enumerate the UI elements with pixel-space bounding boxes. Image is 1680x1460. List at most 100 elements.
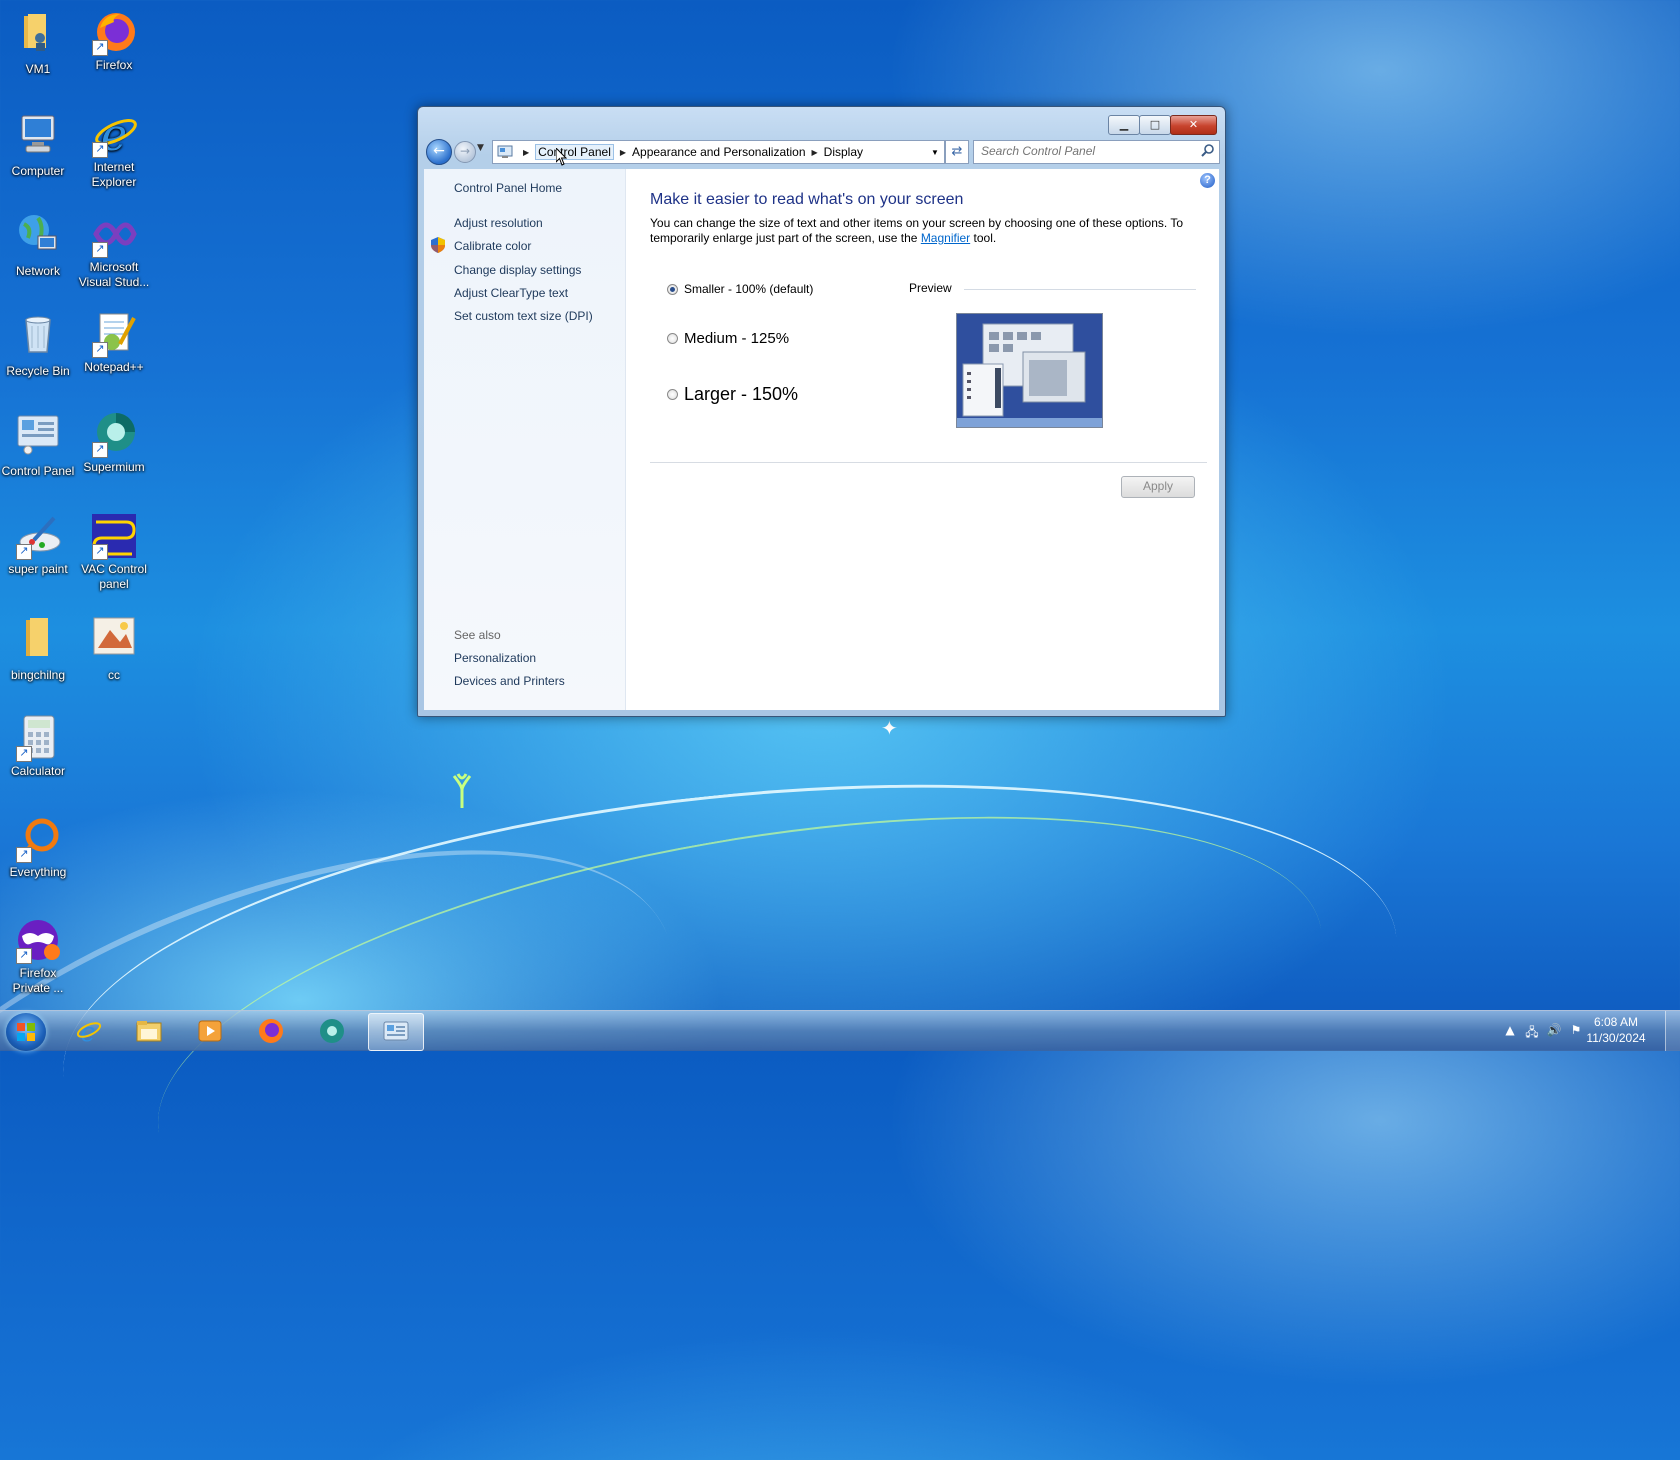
breadcrumb-appearance-and-personalization[interactable]: Appearance and Personalization (632, 145, 805, 159)
taskbar-control-panel[interactable] (368, 1013, 424, 1051)
network-tray-icon[interactable]: 🖧 (1524, 1023, 1540, 1039)
option-smaller[interactable]: Smaller - 100% (default) (667, 282, 813, 296)
image-file-icon (93, 617, 135, 655)
task-pane: Control Panel Home Adjust resolution Cal… (424, 169, 626, 710)
desktop-icon-label: Internet Explorer (91, 160, 137, 189)
radio-medium[interactable] (667, 333, 678, 344)
address-dropdown-icon[interactable]: ▼ (925, 148, 944, 157)
taskbar-internet-explorer[interactable]: e (61, 1013, 115, 1049)
forward-arrow-icon: → (459, 144, 471, 158)
supermium-icon (320, 1019, 344, 1043)
desktop-icon-notepad-plus-plus[interactable]: ↗ Notepad++ (76, 310, 152, 375)
computer-icon (21, 115, 55, 153)
main-pane: ? Make it easier to read what's on your … (626, 169, 1219, 710)
desktop-icon-super-paint[interactable]: ↗ super paint (0, 512, 76, 577)
taskbar: e ▲ 🖧 🔊 ⚑ 6:08 AM 11/30/2024 (0, 1010, 1680, 1051)
system-tray: ▲ 🖧 🔊 ⚑ 6:08 AM 11/30/2024 (1500, 1011, 1680, 1051)
desktop-icon-computer[interactable]: Computer (0, 110, 76, 179)
taskbar-supermium[interactable] (305, 1013, 359, 1049)
breadcrumb-control-panel[interactable]: Control Panel (535, 144, 614, 160)
shortcut-arrow-icon: ↗ (92, 544, 108, 560)
desktop-icon-everything[interactable]: ↗ Everything (0, 815, 76, 880)
radio-larger[interactable] (667, 389, 678, 400)
description-text-end: tool. (970, 231, 997, 245)
search-input[interactable] (974, 141, 1191, 161)
desktop-icon-label: Microsoft Visual Stud... (78, 260, 150, 289)
desktop-icon-firefox-private[interactable]: ↗ Firefox Private ... (0, 916, 76, 996)
breadcrumb-display[interactable]: Display (824, 145, 863, 159)
desktop-icon-label: super paint (8, 562, 68, 576)
clock[interactable]: 6:08 AM 11/30/2024 (1576, 1014, 1656, 1046)
desktop-icon-vac-control-panel[interactable]: ↗ VAC Control panel (76, 512, 152, 592)
desktop-icon-control-panel[interactable]: Control Panel (0, 410, 76, 479)
search-icon[interactable] (1201, 143, 1215, 157)
show-hidden-icons-icon[interactable]: ▲ (1502, 1023, 1518, 1039)
breadcrumb-separator-icon[interactable]: ▶ (523, 148, 529, 157)
personalization-link[interactable]: Personalization (454, 651, 536, 665)
close-button[interactable]: ✕ (1170, 115, 1217, 135)
navigation-bar: ← → ▼ ▶ Control Panel ▶ Appearance and P… (426, 139, 1220, 165)
shortcut-arrow-icon: ↗ (92, 442, 108, 458)
taskbar-firefox[interactable] (244, 1013, 298, 1049)
option-smaller-label[interactable]: Smaller - 100% (default) (684, 282, 813, 296)
clock-time: 6:08 AM (1593, 1015, 1639, 1029)
forward-button[interactable]: → (454, 141, 476, 163)
taskbar-file-explorer[interactable] (122, 1013, 176, 1049)
apply-button[interactable]: Apply (1121, 476, 1195, 498)
calibrate-color-link[interactable]: Calibrate color (454, 239, 531, 253)
search-box[interactable] (973, 140, 1220, 164)
adjust-cleartype-text-link[interactable]: Adjust ClearType text (454, 286, 568, 300)
breadcrumb-separator-icon[interactable]: ▶ (620, 148, 626, 157)
desktop-icon-firefox[interactable]: ↗ Firefox (76, 8, 152, 73)
desktop-icon-calculator[interactable]: ↗ Calculator (0, 714, 76, 779)
desktop-icon-internet-explorer[interactable]: e ↗ Internet Explorer (76, 110, 152, 190)
magnifier-link[interactable]: Magnifier (921, 231, 970, 245)
folder-icon (26, 618, 48, 656)
wallpaper-sparkle-icon: ✦ (881, 716, 898, 740)
set-custom-text-size-link[interactable]: Set custom text size (DPI) (454, 309, 593, 323)
control-panel-icon (383, 1021, 409, 1041)
help-icon[interactable]: ? (1200, 173, 1215, 188)
back-button[interactable]: ← (426, 139, 452, 165)
recent-pages-button[interactable]: ▼ (477, 143, 484, 153)
breadcrumb-separator-icon[interactable]: ▶ (812, 148, 818, 157)
desktop-icon-supermium[interactable]: ↗ Supermium (76, 410, 152, 475)
taskbar-media-player[interactable] (183, 1013, 237, 1049)
desktop-icon-vm1[interactable]: VM1 (0, 8, 76, 77)
refresh-icon: ⇄ (951, 144, 963, 159)
windows-logo-icon (17, 1023, 35, 1041)
refresh-button[interactable]: ⇄ (945, 140, 969, 164)
option-medium[interactable]: Medium - 125% (667, 330, 789, 347)
desktop-icon-label: Recycle Bin (6, 364, 70, 378)
maximize-button[interactable]: □ (1139, 115, 1171, 135)
adjust-resolution-link[interactable]: Adjust resolution (454, 216, 543, 230)
desktop-icon-label: bingchilng (10, 668, 66, 682)
option-medium-label[interactable]: Medium - 125% (684, 330, 789, 347)
desktop-icon-recycle-bin[interactable]: Recycle Bin (0, 310, 76, 379)
radio-smaller[interactable] (667, 283, 678, 295)
desktop-icon-network[interactable]: Network (0, 210, 76, 279)
desktop-icon-bingchilng[interactable]: bingchilng (0, 614, 76, 683)
clock-date: 11/30/2024 (1586, 1031, 1646, 1045)
desktop-icon-cc[interactable]: cc (76, 614, 152, 683)
option-larger[interactable]: Larger - 150% (667, 384, 798, 405)
desktop-icon-label: VM1 (25, 62, 51, 76)
preview-label: Preview (909, 281, 952, 295)
shortcut-arrow-icon: ↗ (92, 142, 108, 158)
file-explorer-icon (136, 1021, 162, 1042)
desktop-icon-visual-studio[interactable]: ↗ Microsoft Visual Stud... (76, 210, 152, 290)
control-panel-home-link[interactable]: Control Panel Home (454, 181, 562, 195)
description-text: You can change the size of text and othe… (650, 216, 1184, 245)
desktop-icon-label: Computer (11, 164, 65, 178)
option-larger-label[interactable]: Larger - 150% (684, 384, 798, 405)
shortcut-arrow-icon: ↗ (92, 40, 108, 56)
network-icon (19, 215, 57, 250)
show-desktop-button[interactable] (1665, 1011, 1680, 1051)
start-button[interactable] (6, 1013, 46, 1051)
devices-and-printers-link[interactable]: Devices and Printers (454, 674, 565, 688)
minimize-button[interactable]: ▁ (1108, 115, 1140, 135)
volume-icon[interactable]: 🔊 (1546, 1023, 1562, 1039)
change-display-settings-link[interactable]: Change display settings (454, 263, 581, 277)
desktop-icon-label: Network (15, 264, 60, 278)
desktop-icon-label: cc (108, 668, 120, 682)
